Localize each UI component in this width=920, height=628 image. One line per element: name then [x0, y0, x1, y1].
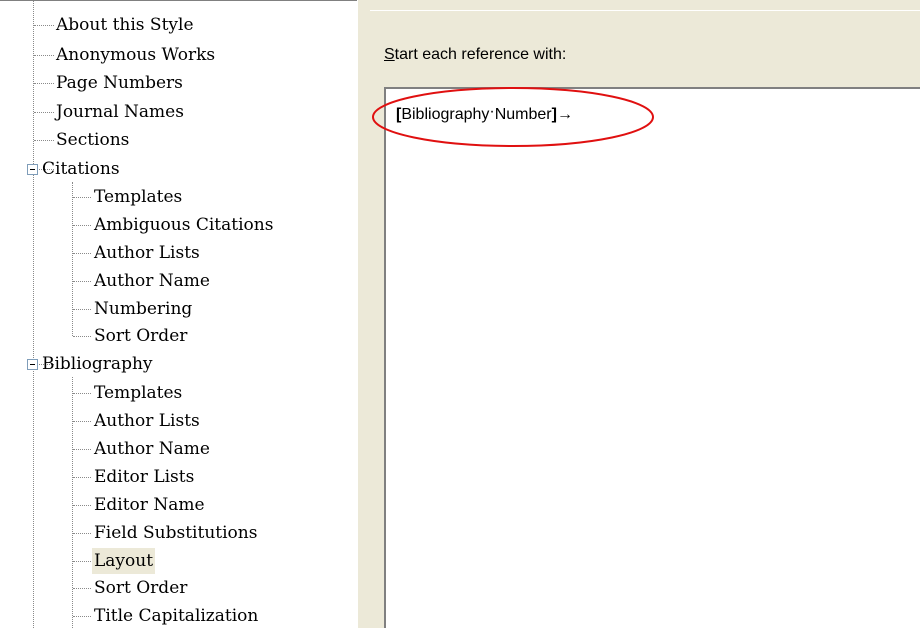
tree-item-ambiguous-citations[interactable]: Ambiguous Citations: [0, 212, 357, 238]
panel-splitter[interactable]: [357, 0, 370, 628]
tree-group-bibliography[interactable]: Bibliography: [0, 351, 357, 377]
tree-item-label: Sort Order: [94, 578, 188, 598]
tree-item-label: Page Numbers: [56, 73, 183, 93]
tree-item-citations-author-lists[interactable]: Author Lists: [0, 240, 357, 266]
tree-item-bibliography-author-name[interactable]: Author Name: [0, 436, 357, 462]
collapse-icon[interactable]: [27, 359, 38, 370]
reference-template-line: [Bibliography·Number]→: [396, 103, 573, 124]
space-marker: ·: [489, 103, 495, 120]
tree-item-label: Sections: [56, 130, 130, 150]
tree-item-label-selected: Layout: [92, 548, 156, 574]
tree-item-label: Templates: [94, 187, 183, 207]
tree-group-label: Citations: [42, 159, 120, 179]
field-name-part1: Bibliography: [401, 106, 490, 123]
accelerator-key: S: [384, 46, 395, 63]
collapse-icon[interactable]: [27, 164, 38, 175]
tree-item-anonymous-works[interactable]: Anonymous Works: [0, 42, 357, 68]
tree-item-label: Ambiguous Citations: [94, 215, 274, 235]
tree-item-sections[interactable]: Sections: [0, 127, 357, 153]
tree-item-label: Editor Lists: [94, 467, 195, 487]
tree-group-label: Bibliography: [42, 354, 153, 374]
tree-item-citations-author-name[interactable]: Author Name: [0, 268, 357, 294]
panel-top-border: [0, 0, 357, 13]
tree-item-field-substitutions[interactable]: Field Substitutions: [0, 520, 357, 546]
tree-item-citations-sort-order[interactable]: Sort Order: [0, 323, 357, 349]
tree-item-about-this-style[interactable]: About this Style: [0, 12, 357, 38]
tree-item-layout[interactable]: Layout: [0, 548, 357, 574]
tree-item-label: About this Style: [56, 15, 194, 35]
tree-item-bibliography-author-lists[interactable]: Author Lists: [0, 408, 357, 434]
tree-group-citations[interactable]: Citations: [0, 156, 357, 182]
label-text: tart each reference with:: [394, 46, 567, 63]
start-each-reference-label: Start each reference with:: [384, 46, 566, 64]
tree-item-bibliography-templates[interactable]: Templates: [0, 380, 357, 406]
tree-item-citations-templates[interactable]: Templates: [0, 184, 357, 210]
tree-item-label: Author Lists: [94, 243, 200, 263]
tree-item-label: Field Substitutions: [94, 523, 258, 543]
tree-item-label: Templates: [94, 383, 183, 403]
tree-item-label: Journal Names: [56, 102, 184, 122]
tree-item-editor-name[interactable]: Editor Name: [0, 492, 357, 518]
style-section-tree[interactable]: About this Style Anonymous Works Page Nu…: [0, 0, 357, 628]
tree-item-journal-names[interactable]: Journal Names: [0, 99, 357, 125]
tab-marker-icon: →: [556, 106, 573, 123]
tree-item-label: Sort Order: [94, 326, 188, 346]
tree-item-numbering[interactable]: Numbering: [0, 296, 357, 322]
tree-item-editor-lists[interactable]: Editor Lists: [0, 464, 357, 490]
tree-item-label: Author Name: [94, 271, 210, 291]
tree-item-label: Author Lists: [94, 411, 200, 431]
tree-item-label: Numbering: [94, 299, 193, 319]
field-name-part2: Number: [494, 106, 552, 123]
tree-item-bibliography-sort-order[interactable]: Sort Order: [0, 575, 357, 601]
tree-item-title-capitalization[interactable]: Title Capitalization: [0, 603, 357, 628]
layout-settings-panel: Start each reference with: [Bibliography…: [370, 0, 920, 628]
tree-item-label: Editor Name: [94, 495, 205, 515]
reference-start-editor[interactable]: [Bibliography·Number]→: [384, 87, 920, 628]
divider: [370, 10, 920, 11]
tree-item-label: Anonymous Works: [56, 45, 216, 65]
tree-item-label: Title Capitalization: [94, 606, 259, 626]
tree-item-label: Author Name: [94, 439, 210, 459]
tree-item-page-numbers[interactable]: Page Numbers: [0, 70, 357, 96]
